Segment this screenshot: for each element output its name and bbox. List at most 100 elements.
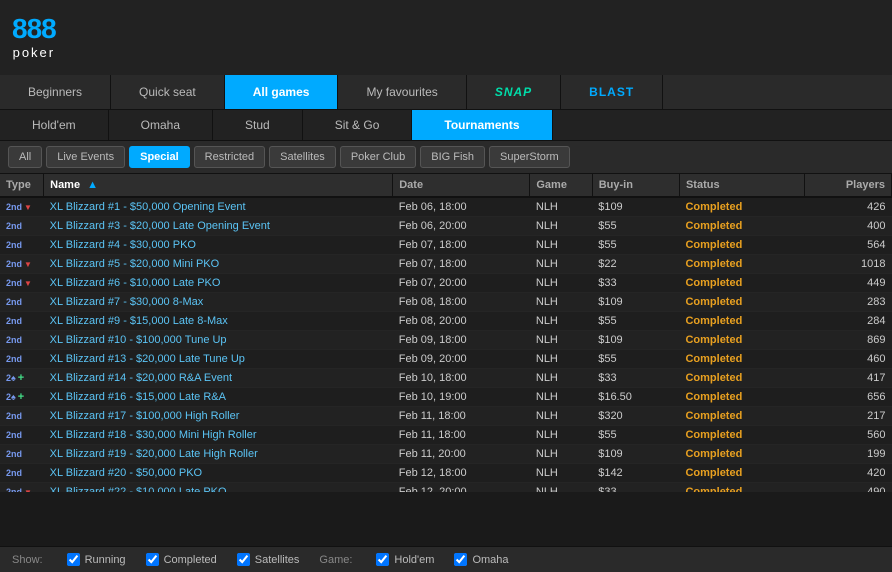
cell-players: 449 bbox=[804, 274, 891, 293]
cell-game: NLH bbox=[530, 464, 592, 483]
checkbox-satellites[interactable]: Satellites bbox=[237, 553, 300, 566]
filter-special[interactable]: Special bbox=[129, 146, 190, 168]
checkbox-holdem-input[interactable] bbox=[376, 553, 389, 566]
checkbox-completed[interactable]: Completed bbox=[146, 553, 217, 566]
table-row[interactable]: 2ndXL Blizzard #20 - $50,000 PKOFeb 12, … bbox=[0, 464, 892, 483]
cell-date: Feb 07, 20:00 bbox=[393, 274, 530, 293]
col-header-name[interactable]: Name ▲ bbox=[44, 174, 393, 197]
checkbox-holdem[interactable]: Hold'em bbox=[376, 553, 434, 566]
cell-name[interactable]: XL Blizzard #18 - $30,000 Mini High Roll… bbox=[44, 426, 393, 445]
col-header-status[interactable]: Status bbox=[679, 174, 804, 197]
table-row[interactable]: 2♠+XL Blizzard #16 - $15,000 Late R&AFeb… bbox=[0, 388, 892, 407]
cell-game: NLH bbox=[530, 369, 592, 388]
col-header-type[interactable]: Type bbox=[0, 174, 44, 197]
filter-live-events[interactable]: Live Events bbox=[46, 146, 125, 168]
cell-status: Completed bbox=[679, 236, 804, 255]
cell-name[interactable]: XL Blizzard #16 - $15,000 Late R&A bbox=[44, 388, 393, 407]
table-row[interactable]: 2ndXL Blizzard #13 - $20,000 Late Tune U… bbox=[0, 350, 892, 369]
table-row[interactable]: 2ndXL Blizzard #7 - $30,000 8-MaxFeb 08,… bbox=[0, 293, 892, 312]
cell-date: Feb 07, 18:00 bbox=[393, 255, 530, 274]
cell-date: Feb 10, 18:00 bbox=[393, 369, 530, 388]
cell-type: 2♠+ bbox=[0, 388, 44, 407]
filter-satellites[interactable]: Satellites bbox=[269, 146, 336, 168]
table-row[interactable]: 2♠+XL Blizzard #14 - $20,000 R&A EventFe… bbox=[0, 369, 892, 388]
checkbox-satellites-label: Satellites bbox=[255, 554, 300, 566]
table-row[interactable]: 2ndXL Blizzard #19 - $20,000 Late High R… bbox=[0, 445, 892, 464]
game-label: Game: bbox=[319, 554, 352, 566]
checkbox-satellites-input[interactable] bbox=[237, 553, 250, 566]
tab-beginners[interactable]: Beginners bbox=[0, 75, 111, 109]
cell-name[interactable]: XL Blizzard #10 - $100,000 Tune Up bbox=[44, 331, 393, 350]
col-header-players[interactable]: Players bbox=[804, 174, 891, 197]
main-nav: Beginners Quick seat All games My favour… bbox=[0, 75, 892, 110]
cell-type: 2nd bbox=[0, 236, 44, 255]
table-row[interactable]: 2ndXL Blizzard #9 - $15,000 Late 8-MaxFe… bbox=[0, 312, 892, 331]
tab-stud[interactable]: Stud bbox=[213, 110, 303, 140]
checkbox-running[interactable]: Running bbox=[67, 553, 126, 566]
checkbox-running-input[interactable] bbox=[67, 553, 80, 566]
cell-game: NLH bbox=[530, 407, 592, 426]
cell-name[interactable]: XL Blizzard #1 - $50,000 Opening Event bbox=[44, 197, 393, 217]
table-row[interactable]: 2nd▼XL Blizzard #22 - $10,000 Late PKOFe… bbox=[0, 483, 892, 493]
table-row[interactable]: 2ndXL Blizzard #18 - $30,000 Mini High R… bbox=[0, 426, 892, 445]
filter-restricted[interactable]: Restricted bbox=[194, 146, 266, 168]
cell-game: NLH bbox=[530, 388, 592, 407]
cell-name[interactable]: XL Blizzard #7 - $30,000 8-Max bbox=[44, 293, 393, 312]
cell-date: Feb 06, 18:00 bbox=[393, 197, 530, 217]
filter-all[interactable]: All bbox=[8, 146, 42, 168]
cell-name[interactable]: XL Blizzard #22 - $10,000 Late PKO bbox=[44, 483, 393, 493]
table-row[interactable]: 2ndXL Blizzard #10 - $100,000 Tune UpFeb… bbox=[0, 331, 892, 350]
cell-date: Feb 12, 20:00 bbox=[393, 483, 530, 493]
checkbox-omaha-input[interactable] bbox=[454, 553, 467, 566]
table-row[interactable]: 2ndXL Blizzard #4 - $30,000 PKOFeb 07, 1… bbox=[0, 236, 892, 255]
cell-name[interactable]: XL Blizzard #9 - $15,000 Late 8-Max bbox=[44, 312, 393, 331]
filter-bar: All Live Events Special Restricted Satel… bbox=[0, 141, 892, 174]
cell-status: Completed bbox=[679, 331, 804, 350]
cell-status: Completed bbox=[679, 350, 804, 369]
cell-date: Feb 08, 20:00 bbox=[393, 312, 530, 331]
cell-date: Feb 10, 19:00 bbox=[393, 388, 530, 407]
cell-name[interactable]: XL Blizzard #20 - $50,000 PKO bbox=[44, 464, 393, 483]
cell-date: Feb 11, 20:00 bbox=[393, 445, 530, 464]
checkbox-omaha[interactable]: Omaha bbox=[454, 553, 508, 566]
tab-sit-go[interactable]: Sit & Go bbox=[303, 110, 413, 140]
cell-status: Completed bbox=[679, 255, 804, 274]
cell-name[interactable]: XL Blizzard #6 - $10,000 Late PKO bbox=[44, 274, 393, 293]
cell-status: Completed bbox=[679, 483, 804, 493]
tab-holdem[interactable]: Hold'em bbox=[0, 110, 109, 140]
cell-date: Feb 07, 18:00 bbox=[393, 236, 530, 255]
col-header-buyin[interactable]: Buy-in bbox=[592, 174, 679, 197]
cell-name[interactable]: XL Blizzard #13 - $20,000 Late Tune Up bbox=[44, 350, 393, 369]
cell-name[interactable]: XL Blizzard #19 - $20,000 Late High Roll… bbox=[44, 445, 393, 464]
cell-name[interactable]: XL Blizzard #4 - $30,000 PKO bbox=[44, 236, 393, 255]
header: 888 poker bbox=[0, 0, 892, 75]
table-row[interactable]: 2ndXL Blizzard #3 - $20,000 Late Opening… bbox=[0, 217, 892, 236]
col-header-game[interactable]: Game bbox=[530, 174, 592, 197]
tab-my-favourites[interactable]: My favourites bbox=[338, 75, 466, 109]
cell-name[interactable]: XL Blizzard #17 - $100,000 High Roller bbox=[44, 407, 393, 426]
table-row[interactable]: 2nd▼XL Blizzard #6 - $10,000 Late PKOFeb… bbox=[0, 274, 892, 293]
cell-buyin: $320 bbox=[592, 407, 679, 426]
tab-quick-seat[interactable]: Quick seat bbox=[111, 75, 225, 109]
tournament-table: Type Name ▲ Date Game Buy-in Status bbox=[0, 174, 892, 492]
tab-all-games[interactable]: All games bbox=[225, 75, 339, 109]
cell-date: Feb 09, 18:00 bbox=[393, 331, 530, 350]
tab-omaha[interactable]: Omaha bbox=[109, 110, 213, 140]
filter-superstorm[interactable]: SuperStorm bbox=[489, 146, 570, 168]
table-row[interactable]: 2ndXL Blizzard #17 - $100,000 High Rolle… bbox=[0, 407, 892, 426]
tab-snap[interactable]: SNAP bbox=[467, 75, 561, 109]
filter-big-fish[interactable]: BIG Fish bbox=[420, 146, 485, 168]
col-header-date[interactable]: Date bbox=[393, 174, 530, 197]
cell-type: 2nd bbox=[0, 464, 44, 483]
cell-name[interactable]: XL Blizzard #14 - $20,000 R&A Event bbox=[44, 369, 393, 388]
game-nav: Hold'em Omaha Stud Sit & Go Tournaments bbox=[0, 110, 892, 141]
tab-blast[interactable]: BLAST bbox=[561, 75, 663, 109]
table-row[interactable]: 2nd▼XL Blizzard #5 - $20,000 Mini PKOFeb… bbox=[0, 255, 892, 274]
filter-poker-club[interactable]: Poker Club bbox=[340, 146, 416, 168]
table-row[interactable]: 2nd▼XL Blizzard #1 - $50,000 Opening Eve… bbox=[0, 197, 892, 217]
cell-name[interactable]: XL Blizzard #3 - $20,000 Late Opening Ev… bbox=[44, 217, 393, 236]
cell-status: Completed bbox=[679, 217, 804, 236]
cell-name[interactable]: XL Blizzard #5 - $20,000 Mini PKO bbox=[44, 255, 393, 274]
tab-tournaments[interactable]: Tournaments bbox=[412, 110, 552, 140]
checkbox-completed-input[interactable] bbox=[146, 553, 159, 566]
